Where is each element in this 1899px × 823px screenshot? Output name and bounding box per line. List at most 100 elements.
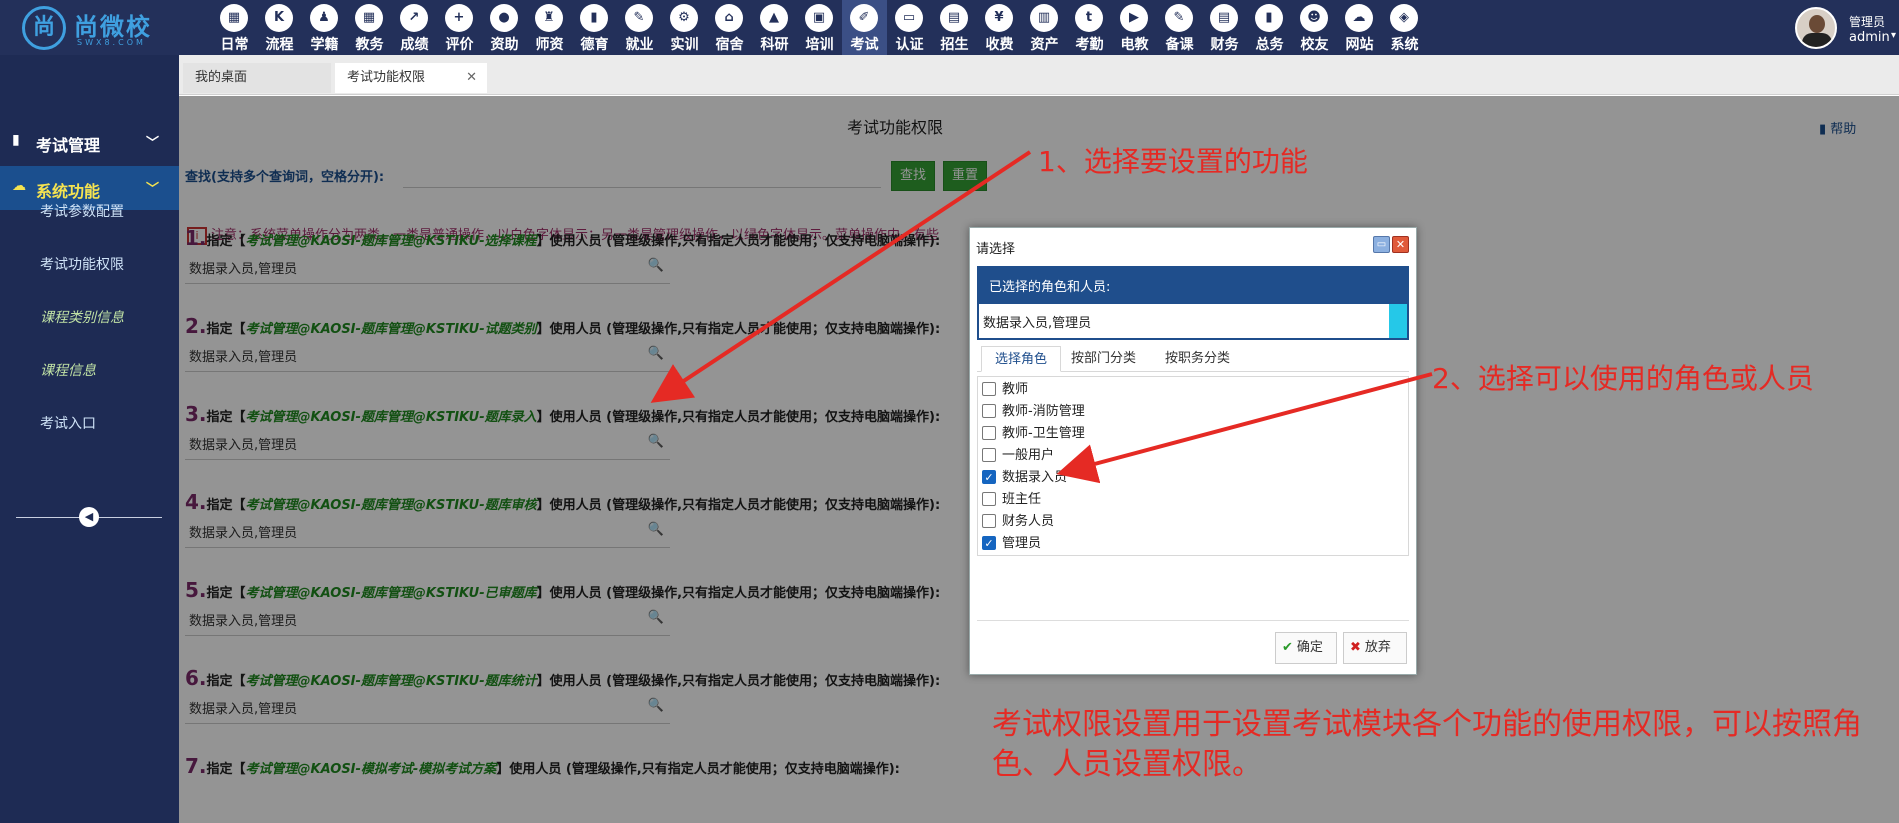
role-option[interactable]: ✓ 管理员 [982,533,1404,555]
nav-module[interactable]: ♟ 学籍 [302,0,347,55]
nav-module[interactable]: ▥ 资产 [1022,0,1067,55]
teacher-icon: ♜ [535,4,563,32]
nav-module-label: 实训 [670,37,699,53]
tab-by-department[interactable]: 按部门分类 [1071,346,1136,372]
role-label: 数据录入员 [1002,470,1068,485]
nav-module-label: 培训 [805,37,834,53]
chevron-down-icon: ﹀ [146,136,160,151]
checkbox[interactable]: ✓ [982,470,996,484]
tab-exam-permissions[interactable]: 考试功能权限 ✕ [335,63,487,93]
nav-module[interactable]: ✐ 考试 [842,0,887,55]
role-option[interactable]: 一般用户 [982,445,1404,467]
nav-module[interactable]: t 考勤 [1067,0,1112,55]
sidebar-item-course-categories[interactable]: 课程类别信息 [40,307,124,327]
cube-icon: ◈ [1390,4,1418,32]
nav-module[interactable]: K 流程 [257,0,302,55]
scrollbar[interactable] [1389,304,1407,338]
nav-module-label: 宿舍 [715,37,744,53]
users-icon: ☻ [1300,4,1328,32]
nav-module[interactable]: ▤ 财务 [1202,0,1247,55]
checkbox[interactable] [982,514,996,528]
annotation-step2: 2、选择可以使用的角色或人员 [1432,362,1814,395]
checkbox[interactable] [982,448,996,462]
checkbox[interactable] [982,382,996,396]
nav-module[interactable]: ⚙ 实训 [662,0,707,55]
dialog-footer: ✔ 确定 ✖ 放弃 [977,620,1409,670]
close-icon: ✖ [1350,640,1361,655]
sidebar: ▮ 考试管理 ﹀ ☁ 系统功能 ﹀ 考试参数配置 考试功能权限 课程类别信息 课… [0,55,179,823]
cloud-icon: ☁ [12,178,26,194]
role-label: 教师-卫生管理 [1002,426,1085,441]
tab-select-role[interactable]: 选择角色 [981,346,1061,372]
sidebar-item-exam-params[interactable]: 考试参数配置 [40,201,124,221]
role-option[interactable]: 教师-卫生管理 [982,423,1404,445]
nav-module[interactable]: ▭ 认证 [887,0,932,55]
nav-module[interactable]: ☻ 校友 [1292,0,1337,55]
nav-module[interactable]: ▤ 招生 [932,0,977,55]
nav-module[interactable]: ▦ 教务 [347,0,392,55]
maximize-icon[interactable]: ▭ [1373,236,1390,253]
tab-by-position[interactable]: 按职务分类 [1165,346,1230,372]
selected-field[interactable]: 数据录入员,管理员 [977,302,1409,340]
nav-module[interactable]: + 评价 [437,0,482,55]
top-bar: 尚 尚微校 SWX8.COM ▦ 日常 K 流程 ♟ 学籍 ▦ 教务 ↗ 成绩 + 评价 ● 资助 ♜ 师资 ▮… [0,0,1899,55]
role-option[interactable]: ✓ 数据录入员 [982,467,1404,489]
nav-module[interactable]: ▦ 日常 [212,0,257,55]
sidebar-group-exam-management[interactable]: ▮ 考试管理 ﹀ [0,120,179,164]
close-icon[interactable]: ✕ [1392,236,1409,253]
select-dialog: 请选择 ▭ ✕ 已选择的角色和人员: 数据录入员,管理员 选择角色 按部门分类 … [969,227,1417,675]
nav-module[interactable]: ▶ 电教 [1112,0,1157,55]
nav-module[interactable]: ▮ 总务 [1247,0,1292,55]
nav-module-label: 财务 [1210,37,1239,53]
sidebar-item-exam-entry[interactable]: 考试入口 [40,413,96,433]
nav-module-label: 德育 [580,37,609,53]
checkbox[interactable] [982,492,996,506]
checkbox[interactable] [982,426,996,440]
nav-module[interactable]: ✎ 就业 [617,0,662,55]
nav-module-label: 考试 [850,37,879,53]
schedule-icon: ▦ [355,4,383,32]
tab-my-desktop[interactable]: 我的桌面 [183,63,331,93]
nav-module[interactable]: ● 资助 [482,0,527,55]
nav-module-label: 教务 [355,37,384,53]
close-icon[interactable]: ✕ [466,63,477,93]
nav-module[interactable]: ▣ 培训 [797,0,842,55]
nav-module[interactable]: ◈ 系统 [1382,0,1427,55]
nav-module-label: 认证 [895,37,924,53]
role-option[interactable]: 教师 [982,379,1404,401]
role-option[interactable]: 财务人员 [982,511,1404,533]
nav-module-label: 就业 [625,37,654,53]
nav-module[interactable]: ☁ 网站 [1337,0,1382,55]
nav-module[interactable]: ↗ 成绩 [392,0,437,55]
role-label: 一般用户 [1002,448,1055,463]
checkbox[interactable] [982,404,996,418]
collapse-sidebar-icon[interactable]: ◀ [79,507,99,527]
cancel-button[interactable]: ✖ 放弃 [1343,632,1407,664]
logo: 尚 尚微校 SWX8.COM [22,4,172,52]
role-label: 管理员 [1002,536,1042,551]
nav-module[interactable]: ▮ 德育 [572,0,617,55]
book-icon: ▮ [12,132,20,148]
nav-module-label: 系统 [1390,37,1419,53]
logo-subtext: SWX8.COM [77,38,146,47]
role-option[interactable]: 教师-消防管理 [982,401,1404,423]
nav-module-label: 校友 [1300,37,1329,53]
nav-module[interactable]: ♜ 师资 [527,0,572,55]
confirm-button[interactable]: ✔ 确定 [1275,632,1337,664]
sidebar-item-courses[interactable]: 课程信息 [40,360,96,380]
role-option[interactable]: 班主任 [982,489,1404,511]
checkbox[interactable]: ✓ [982,536,996,550]
nav-module-label: 日常 [220,37,249,53]
nav-module[interactable]: ✎ 备课 [1157,0,1202,55]
nav-module[interactable]: ¥ 收费 [977,0,1022,55]
user-menu[interactable]: 管理员 admin ▾ [1795,7,1899,51]
wrench-icon: ✐ [850,4,878,32]
role-label: 财务人员 [1002,514,1055,529]
chevron-down-icon: ﹀ [146,182,160,197]
nav-module[interactable]: ▲ 科研 [752,0,797,55]
student-icon: ♟ [310,4,338,32]
nav-module[interactable]: ⌂ 宿舍 [707,0,752,55]
cancel-label: 放弃 [1364,640,1391,655]
role-list: 教师 教师-消防管理教师-卫生管理 一般用户 ✓ 数据录入员班主任财务人员 ✓ 管理员 [977,376,1409,556]
sidebar-item-exam-permissions[interactable]: 考试功能权限 [40,254,124,274]
